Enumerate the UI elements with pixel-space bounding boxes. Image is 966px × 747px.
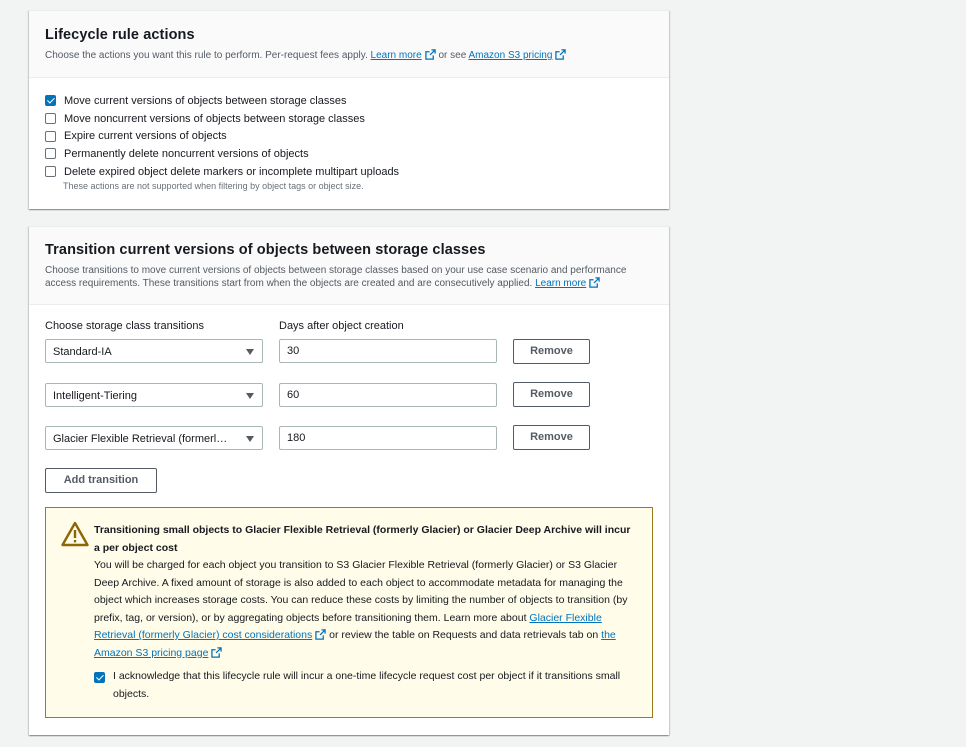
- external-link-icon: [424, 49, 436, 60]
- option-label: Move current versions of objects between…: [64, 94, 347, 107]
- panel-header: Transition current versions of objects b…: [29, 227, 669, 305]
- option-label: Permanently delete noncurrent versions o…: [64, 147, 309, 160]
- days-input[interactable]: 30: [279, 339, 497, 363]
- caret-down-icon: [246, 349, 254, 355]
- panel-description: Choose transitions to move current versi…: [45, 265, 627, 289]
- storage-class-select[interactable]: Glacier Flexible Retrieval (formerl…: [45, 426, 263, 450]
- action-option[interactable]: Delete expired object delete markers or …: [45, 163, 653, 181]
- actions-note: These actions are not supported when fil…: [63, 181, 364, 192]
- external-link-icon: [555, 49, 567, 60]
- caret-down-icon: [246, 436, 254, 442]
- action-option[interactable]: Move noncurrent versions of objects betw…: [45, 110, 653, 128]
- external-link-icon: [589, 277, 600, 288]
- external-link-icon: [315, 629, 326, 640]
- acknowledge-checkbox[interactable]: [94, 672, 105, 683]
- checkbox[interactable]: [45, 95, 56, 107]
- remove-button[interactable]: Remove: [513, 339, 590, 364]
- warning-content: Transitioning small objects to Glacier F…: [94, 522, 634, 662]
- warning-text: You will be charged for each object you …: [94, 559, 628, 659]
- panel-description: Choose the actions you want this rule to…: [45, 49, 653, 62]
- lifecycle-actions-panel: Lifecycle rule actions Choose the action…: [29, 10, 669, 209]
- s3-pricing-link[interactable]: Amazon S3 pricing: [469, 50, 553, 61]
- action-option[interactable]: Permanently delete noncurrent versions o…: [45, 145, 653, 163]
- caret-down-icon: [246, 393, 254, 399]
- checkbox[interactable]: [45, 166, 56, 178]
- remove-button[interactable]: Remove: [513, 425, 590, 450]
- days-input[interactable]: 60: [279, 383, 497, 407]
- days-input[interactable]: 180: [279, 426, 497, 450]
- action-option[interactable]: Expire current versions of objects: [45, 127, 653, 145]
- storage-class-column-label: Choose storage class transitions: [45, 320, 204, 332]
- small-objects-warning: Transitioning small objects to Glacier F…: [45, 507, 653, 718]
- checkbox[interactable]: [45, 113, 56, 125]
- warning-title: Transitioning small objects to Glacier F…: [94, 524, 631, 554]
- actions-checkbox-list: Move current versions of objects between…: [29, 78, 669, 191]
- add-transition-button[interactable]: Add transition: [45, 468, 157, 493]
- panel-title: Transition current versions of objects b…: [45, 242, 486, 258]
- checkbox[interactable]: [45, 148, 56, 160]
- days-column-label: Days after object creation: [279, 320, 404, 332]
- option-label: Expire current versions of objects: [64, 130, 227, 143]
- option-label: Delete expired object delete markers or …: [64, 165, 400, 178]
- remove-button[interactable]: Remove: [513, 382, 590, 407]
- panel-header: Lifecycle rule actions Choose the action…: [29, 11, 669, 78]
- action-option[interactable]: Move current versions of objects between…: [45, 92, 653, 110]
- warning-icon: [61, 521, 89, 547]
- checkbox[interactable]: [45, 130, 56, 142]
- learn-more-link[interactable]: Learn more: [371, 50, 422, 61]
- option-label: Move noncurrent versions of objects betw…: [64, 112, 365, 125]
- transitions-panel: Transition current versions of objects b…: [29, 226, 669, 735]
- storage-class-select[interactable]: Standard-IA: [45, 339, 263, 363]
- acknowledge-option[interactable]: I acknowledge that this lifecycle rule w…: [94, 668, 634, 703]
- acknowledge-label: I acknowledge that this lifecycle rule w…: [113, 670, 621, 700]
- panel-title: Lifecycle rule actions: [45, 27, 195, 43]
- storage-class-select[interactable]: Intelligent-Tiering: [45, 383, 263, 407]
- learn-more-link[interactable]: Learn more: [535, 278, 586, 289]
- external-link-icon: [211, 646, 223, 658]
